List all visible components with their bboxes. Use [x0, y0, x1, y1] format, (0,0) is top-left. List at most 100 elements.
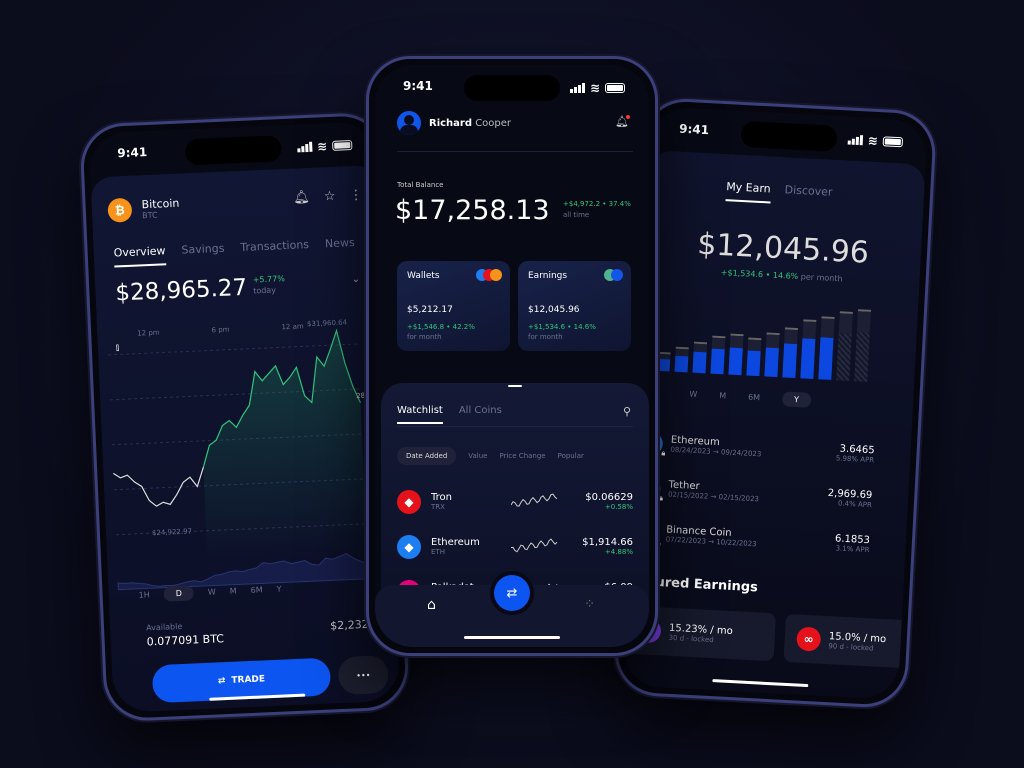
coin-change: +4.88%	[604, 548, 633, 556]
coin-detail-screen: 9:41 ≋ ₿ Bitcoin BTC 🔔︎ ☆ ⋮ Overview Savings…	[88, 121, 401, 713]
earning-apr: 0.4% APR	[837, 499, 872, 510]
coin-change: +0.58%	[604, 503, 633, 511]
earn-bar[interactable]	[836, 311, 853, 381]
filter-price-change[interactable]: Price Change	[500, 452, 546, 460]
grid-line	[108, 343, 358, 356]
earn-bar[interactable]	[782, 327, 798, 379]
drag-handle[interactable]	[508, 385, 522, 387]
tab-transactions[interactable]: Transactions	[240, 238, 310, 262]
ethereum-icon: ◆	[397, 534, 421, 559]
wallets-card[interactable]: Wallets $5,212.17 +$1,546.8 • 42.2% for …	[397, 261, 510, 351]
filter-date-added[interactable]: Date Added	[397, 447, 457, 465]
wallet-coin-icons	[476, 269, 502, 281]
price-chart[interactable]	[97, 312, 401, 595]
candlestick-toggle-icon[interactable]: ⫾	[116, 342, 120, 353]
total-change: +$4,972.2 • 37.4%	[563, 200, 631, 208]
range-m[interactable]: M	[719, 388, 727, 403]
earn-change: +$1,534.6 • 14.6%	[720, 267, 799, 282]
search-icon[interactable]: ⚲	[623, 405, 631, 418]
filter-popular[interactable]: Popular	[558, 452, 584, 460]
tab-watchlist[interactable]: Watchlist	[397, 405, 443, 424]
featured-earning-card[interactable]: ∞ 15.0% / mo 90 d - locked	[783, 613, 928, 670]
earn-bar[interactable]	[800, 318, 817, 379]
range-d[interactable]: D	[163, 585, 195, 602]
earn-panel: My Earn Discover $12,045.96 +$1,534.6 • …	[622, 150, 928, 700]
time-label: 12 am	[281, 322, 304, 332]
phone-coin-detail: 9:41 ≋ ₿ Bitcoin BTC 🔔︎ ☆ ⋮ Overview Savings…	[79, 111, 410, 723]
total-period: all time	[563, 211, 590, 219]
earn-bar[interactable]	[764, 332, 780, 378]
chevron-down-icon[interactable]: ⌄	[351, 274, 360, 285]
range-6m[interactable]: 6M	[250, 582, 263, 598]
current-price-label: 28	[356, 391, 366, 401]
bell-add-icon[interactable]: 🔔︎	[293, 190, 310, 206]
divider	[397, 426, 633, 427]
status-icons: ≋	[569, 79, 625, 97]
user-first-name: Richard	[429, 117, 473, 129]
earnings-card[interactable]: Earnings $12,045.96 +$1,534.6 • 14.6% fo…	[518, 261, 631, 351]
range-y[interactable]: Y	[276, 582, 282, 597]
sparkline	[511, 493, 558, 507]
earn-bar[interactable]	[746, 337, 762, 377]
tab-my-earn[interactable]: My Earn	[725, 180, 772, 204]
range-6m[interactable]: 6M	[748, 390, 761, 406]
status-time: 9:41	[403, 79, 433, 93]
price-period: today	[253, 285, 277, 296]
earnings-change: +$1,534.6 • 14.6%	[528, 323, 596, 331]
tab-overview[interactable]: Overview	[113, 244, 167, 268]
swap-button[interactable]: ⇄	[494, 575, 530, 611]
price-change: +5.77%	[252, 274, 286, 285]
coin-symbol: BTC	[141, 210, 158, 221]
earn-screen: 9:41 ≋ My Earn Discover $12,045.96 +$1,53…	[622, 106, 928, 700]
status-icons: ≋	[847, 130, 904, 151]
coin-icon: ∞	[796, 626, 822, 652]
wallets-title: Wallets	[407, 271, 440, 281]
total-balance: $17,258.13	[395, 195, 550, 226]
divider	[397, 151, 633, 152]
home-icon[interactable]: ⌂	[427, 597, 436, 613]
user-header[interactable]: Richard Cooper	[397, 111, 511, 135]
earnings-value: $12,045.96	[528, 305, 580, 315]
avatar	[397, 111, 421, 135]
home-screen: 9:41 ≋ Richard Cooper 🔔︎ Total Balance $1…	[375, 65, 649, 647]
tab-savings[interactable]: Savings	[181, 242, 225, 265]
earn-bar[interactable]	[656, 351, 671, 372]
range-w[interactable]: W	[689, 387, 698, 402]
coin-panel: ₿ Bitcoin BTC 🔔︎ ☆ ⋮ Overview Savings Trans…	[90, 164, 401, 713]
earn-bar-chart	[656, 291, 881, 382]
earn-bar[interactable]	[710, 336, 726, 375]
tron-icon: ◆	[397, 489, 421, 514]
coin-name: Tron	[431, 492, 452, 503]
phone-earn: 9:41 ≋ My Earn Discover $12,045.96 +$1,53…	[612, 96, 938, 710]
coin-row[interactable]: ◆ Tron TRX $0.06629 +0.58%	[397, 479, 633, 524]
tab-discover[interactable]: Discover	[784, 183, 832, 206]
tab-news[interactable]: News	[325, 236, 356, 258]
phone-home: 9:41 ≋ Richard Cooper 🔔︎ Total Balance $1…	[366, 56, 658, 656]
tab-all-coins[interactable]: All Coins	[459, 405, 502, 424]
more-button[interactable]: •••	[337, 654, 390, 696]
earn-bar[interactable]	[674, 346, 689, 373]
range-m[interactable]: M	[229, 584, 237, 599]
earn-bar[interactable]	[818, 316, 835, 380]
earnings-list: 🔒︎ Ethereum 08/24/2023 → 09/24/2023 3.6465 5…	[633, 420, 876, 567]
coin-tabs: Overview Savings Transactions News In	[113, 235, 381, 268]
swap-icon: ⇄	[217, 676, 226, 687]
range-1h[interactable]: 1H	[138, 587, 150, 602]
earn-bar[interactable]	[728, 333, 744, 376]
range-w[interactable]: W	[208, 584, 217, 599]
star-icon[interactable]: ☆	[323, 189, 335, 204]
filter-value[interactable]: Value	[468, 452, 487, 460]
more-vertical-icon[interactable]: ⋮	[349, 188, 363, 204]
coin-symbol: TRX	[431, 503, 445, 511]
time-label: 12 pm	[137, 328, 160, 338]
range-y[interactable]: Y	[781, 391, 812, 408]
apps-grid-icon[interactable]: ⁘	[584, 597, 595, 612]
total-balance-label: Total Balance	[397, 181, 444, 189]
trade-label: TRADE	[231, 674, 266, 686]
earn-bar[interactable]	[854, 309, 872, 382]
earn-bar[interactable]	[692, 341, 708, 374]
available-value: 0.077091 BTC	[146, 632, 225, 649]
coin-row[interactable]: ◆ Ethereum ETH $1,914.66 +4.88%	[397, 524, 633, 569]
dynamic-island	[464, 75, 560, 101]
notification-bell-icon[interactable]: 🔔︎	[615, 115, 630, 128]
